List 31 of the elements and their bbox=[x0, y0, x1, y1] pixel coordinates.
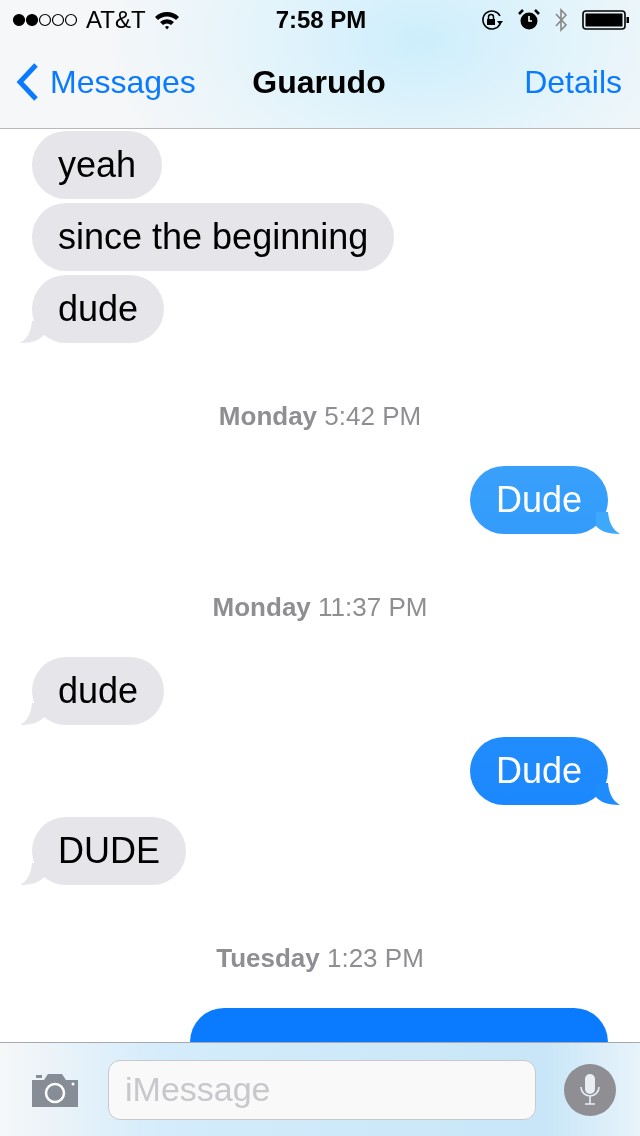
camera-icon[interactable] bbox=[30, 1071, 80, 1108]
conversation-title: Guarudo bbox=[252, 63, 386, 101]
bubble-tail bbox=[596, 512, 620, 534]
timestamp: Monday 5:42 PM bbox=[217, 401, 423, 432]
message-bubble: since the beginning bbox=[32, 203, 395, 271]
carrier-name: AT&T bbox=[86, 6, 146, 34]
chevron-left-icon bbox=[16, 62, 40, 102]
microphone-icon bbox=[579, 1071, 601, 1108]
bubble-tail bbox=[20, 863, 44, 885]
timestamp: Tuesday 1:23 PM bbox=[215, 943, 425, 974]
rotation-lock-icon bbox=[480, 9, 504, 31]
details-link[interactable]: Details bbox=[385, 63, 622, 101]
microphone-button[interactable] bbox=[564, 1063, 616, 1116]
message-bubble: DUDE bbox=[32, 817, 186, 885]
wifi-icon bbox=[153, 10, 180, 30]
bubble-tail bbox=[596, 783, 620, 805]
back-label[interactable]: Messages bbox=[50, 63, 196, 101]
timestamp: Monday 11:37 PM bbox=[211, 592, 429, 623]
bubble-tail bbox=[20, 321, 44, 343]
status-time: 7:58 PM bbox=[275, 6, 367, 34]
back-link[interactable]: Messages bbox=[16, 62, 253, 102]
bubble-tail bbox=[20, 703, 44, 725]
alarm-icon bbox=[518, 9, 540, 31]
signal-icon bbox=[12, 13, 78, 27]
battery-icon bbox=[582, 10, 630, 30]
message-bubble: yeah bbox=[32, 131, 163, 199]
message-bubble: Dude bbox=[469, 466, 608, 534]
message-bubble: Dude bbox=[469, 737, 608, 805]
bluetooth-icon bbox=[554, 7, 568, 33]
message-bubble: dude bbox=[32, 657, 165, 725]
message-bubble: dude bbox=[32, 275, 165, 343]
